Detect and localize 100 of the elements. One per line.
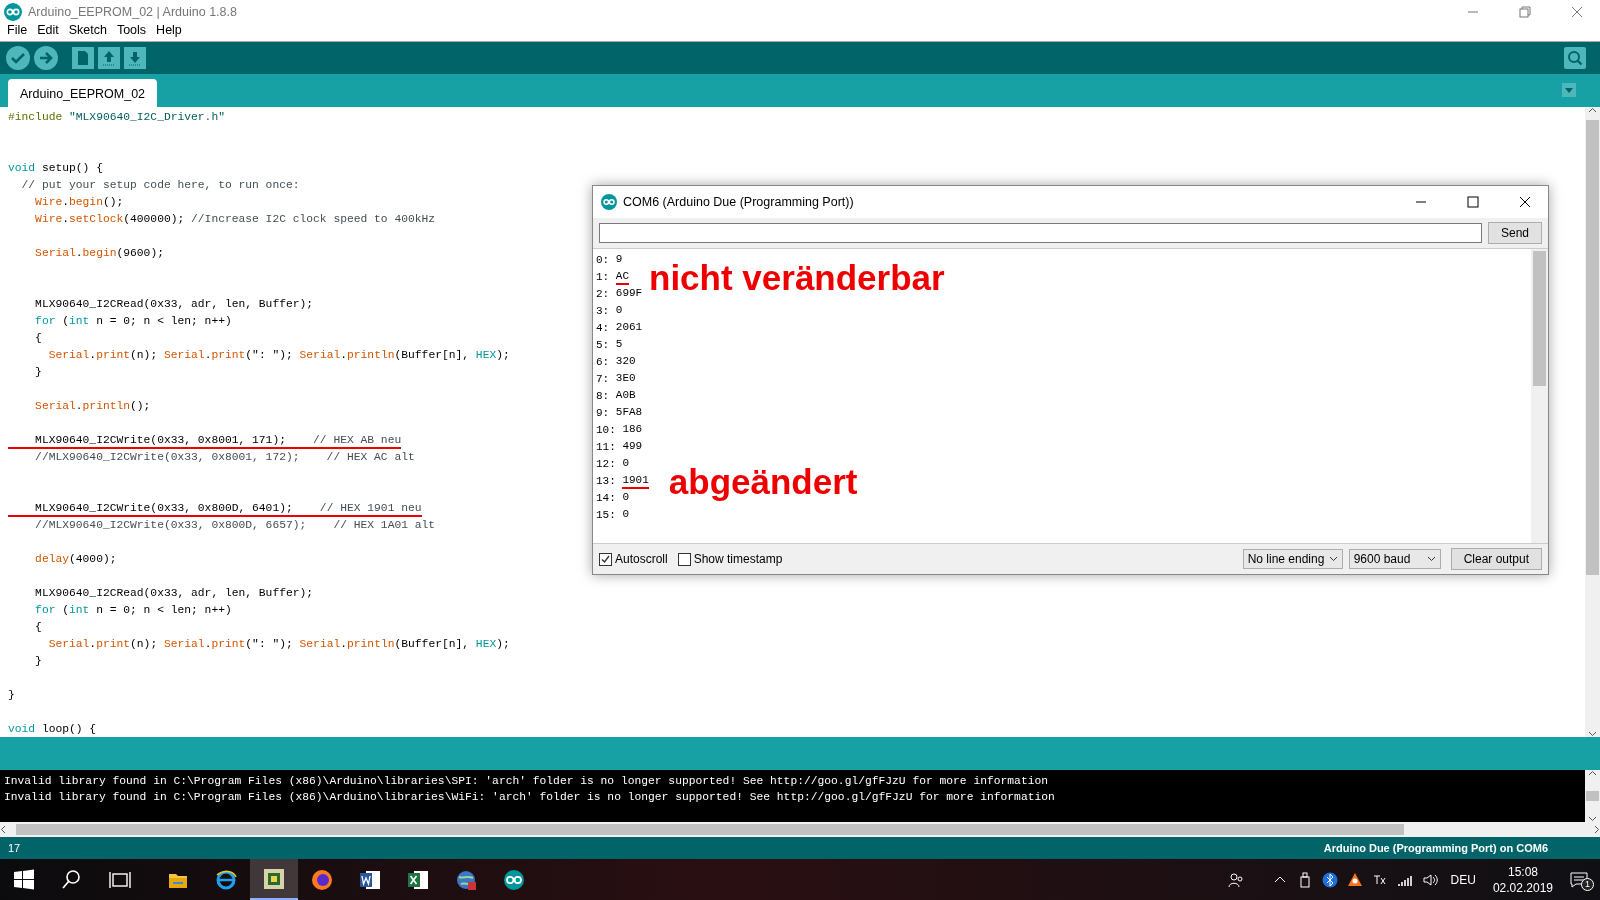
scrollbar[interactable] xyxy=(1585,770,1600,822)
tab-menu-dropdown-icon[interactable] xyxy=(1562,83,1576,97)
language-indicator[interactable]: DEU xyxy=(1450,872,1476,887)
clock-date[interactable]: 02.02.2019 xyxy=(1492,879,1553,896)
antivirus-icon[interactable] xyxy=(1346,871,1363,888)
word-icon[interactable] xyxy=(359,868,381,891)
line-ending-dropdown[interactable]: No line ending xyxy=(1242,549,1343,569)
output-line-number: 11: xyxy=(596,440,617,455)
code-line: //MLX90640_I2CWrite(0x33, 0x800D, 6657); // HEX 1A01 alt xyxy=(34,517,436,533)
restore-icon[interactable] xyxy=(1519,5,1531,18)
code-line: { xyxy=(34,619,42,635)
new-file-icon[interactable] xyxy=(72,47,94,69)
underlined-output-value: AC xyxy=(615,270,629,285)
code-line: for (int n = 0; n < len; n++) xyxy=(34,602,232,618)
output-value: 699F xyxy=(615,287,643,301)
code-line: for (int n = 0; n < len; n++) xyxy=(34,313,232,329)
checkbox-label: Autoscroll xyxy=(615,552,668,566)
scrollbar[interactable] xyxy=(1531,249,1548,543)
serial-monitor-magnifier-icon[interactable] xyxy=(1564,47,1586,69)
output-value: A0B xyxy=(615,389,636,403)
output-value: 5FA8 xyxy=(615,406,643,420)
arduino-logo-icon[interactable] xyxy=(503,868,525,891)
output-line-number: 7: xyxy=(596,372,611,387)
code-line: Wire.setClock(400000); //Increase I2C clock speed to 400kHz xyxy=(34,211,436,227)
output-line-number: 13: xyxy=(596,474,617,489)
output-line-number: 0: xyxy=(596,253,611,268)
menu-item[interactable]: Sketch xyxy=(63,23,112,41)
output-line-number: 15: xyxy=(596,508,617,523)
browser-e-icon[interactable] xyxy=(215,868,237,891)
checkbox[interactable] xyxy=(677,552,691,566)
output-line-number: 5: xyxy=(596,338,611,353)
window-title: Arduino_EEPROM_02 | Arduino 1.8.8 xyxy=(28,4,237,19)
console-message: Invalid library found in C:\Program Files (x86)\Arduino\libraries\WiFi: 'arch' folder is no longer supported! See http://goo.gl/gfFJzU for more information xyxy=(4,790,1056,805)
close-icon[interactable] xyxy=(1519,196,1531,208)
message-input-field[interactable] xyxy=(599,223,1482,243)
output-line-number: 10: xyxy=(596,423,617,438)
sketch-tab[interactable]: Arduino_EEPROM_02 xyxy=(8,79,158,107)
horizontal-scrollbar[interactable] xyxy=(0,822,1600,837)
windows-start-icon[interactable] xyxy=(13,868,35,891)
output-value: 0 xyxy=(622,508,629,522)
code-line: MLX90640_I2CRead(0x33, adr, len, Buffer); xyxy=(34,585,314,601)
globe-icon[interactable] xyxy=(455,868,477,891)
excel-icon[interactable] xyxy=(407,868,429,891)
code-line: // put your setup code here, to run once: xyxy=(20,177,300,193)
menu-item[interactable]: Edit xyxy=(32,23,64,41)
bluetooth-icon[interactable] xyxy=(1321,871,1338,888)
checkmark-icon xyxy=(601,554,610,564)
output-value: 0 xyxy=(615,304,623,318)
code-line: MLX90640_I2CRead(0x33, adr, len, Buffer); xyxy=(34,296,314,312)
code-line: delay(4000); xyxy=(34,551,117,567)
output-line-number: 2: xyxy=(596,287,611,302)
baud-rate-dropdown[interactable]: 9600 baud xyxy=(1348,549,1441,569)
film-board-icon[interactable] xyxy=(263,867,285,890)
search-icon[interactable] xyxy=(61,868,83,891)
code-line: } xyxy=(34,653,42,669)
code-line: //MLX90640_I2CWrite(0x33, 0x8001, 172); // HEX AC alt xyxy=(34,449,415,465)
code-line: MLX90640_I2CWrite(0x33, 0x8001, 171); // HEX AB neu xyxy=(8,432,402,449)
output-value: 0 xyxy=(622,491,629,505)
code-line: #include "MLX90640_I2C_Driver.h" xyxy=(8,109,225,125)
scrollbar[interactable] xyxy=(1585,107,1600,737)
open-arrow-up-icon[interactable] xyxy=(98,47,120,69)
code-line: Serial.print(n); Serial.print(": "); Serial.println(Buffer[n], HEX); xyxy=(47,347,510,363)
menu-item[interactable]: Tools xyxy=(111,23,152,41)
output-line-number: 12: xyxy=(596,457,617,472)
verify-checkmark-icon[interactable] xyxy=(6,46,30,70)
output-value: 2061 xyxy=(615,321,643,335)
code-line: } xyxy=(8,687,15,703)
console-message: Invalid library found in C:\Program Files (x86)\Arduino\libraries\SPI: 'arch' folder is no longer supported! See http://goo.gl/gfFJzU for more information xyxy=(4,774,1049,789)
speaker-icon[interactable] xyxy=(1421,871,1438,888)
notification-count-badge: 1 xyxy=(1581,877,1594,891)
code-line: } xyxy=(34,364,42,380)
code-line: Serial.begin(9600); xyxy=(34,245,164,261)
checkbox-label: Show timestamp xyxy=(693,552,783,566)
output-line-number: 9: xyxy=(596,406,611,421)
chevron-down-icon xyxy=(1328,556,1338,562)
output-line-number: 1: xyxy=(596,270,611,285)
save-arrow-down-icon[interactable] xyxy=(124,47,146,69)
output-value: 5 xyxy=(615,338,623,352)
arduino-logo-icon xyxy=(601,194,617,210)
clear-output-button[interactable]: Clear output xyxy=(1450,548,1542,570)
chevron-down-icon xyxy=(1426,556,1436,562)
code-line: Serial.print(n); Serial.print(": "); Serial.println(Buffer[n], HEX); xyxy=(47,636,510,652)
checkbox[interactable] xyxy=(599,552,612,566)
underlined-output-value: 1901 xyxy=(622,474,649,489)
code-line: void setup() { xyxy=(8,160,103,176)
output-line-number: 8: xyxy=(596,389,611,404)
firefox-icon[interactable] xyxy=(311,868,333,891)
people-icon[interactable] xyxy=(1227,871,1244,888)
menu-item[interactable]: File xyxy=(2,23,33,41)
send-button[interactable]: Send xyxy=(1487,222,1542,244)
code-line: Serial.println(); xyxy=(34,398,151,414)
output-value: 9 xyxy=(615,253,623,267)
output-line-number: 6: xyxy=(596,355,611,370)
output-value: 499 xyxy=(622,440,643,454)
output-line-number: 4: xyxy=(596,321,611,336)
menu-item[interactable]: Help xyxy=(151,23,187,41)
clock-time[interactable]: 15:08 xyxy=(1507,863,1538,880)
output-value: 186 xyxy=(622,423,643,437)
output-value: 3E0 xyxy=(615,372,636,386)
maximize-icon[interactable] xyxy=(1467,196,1479,208)
